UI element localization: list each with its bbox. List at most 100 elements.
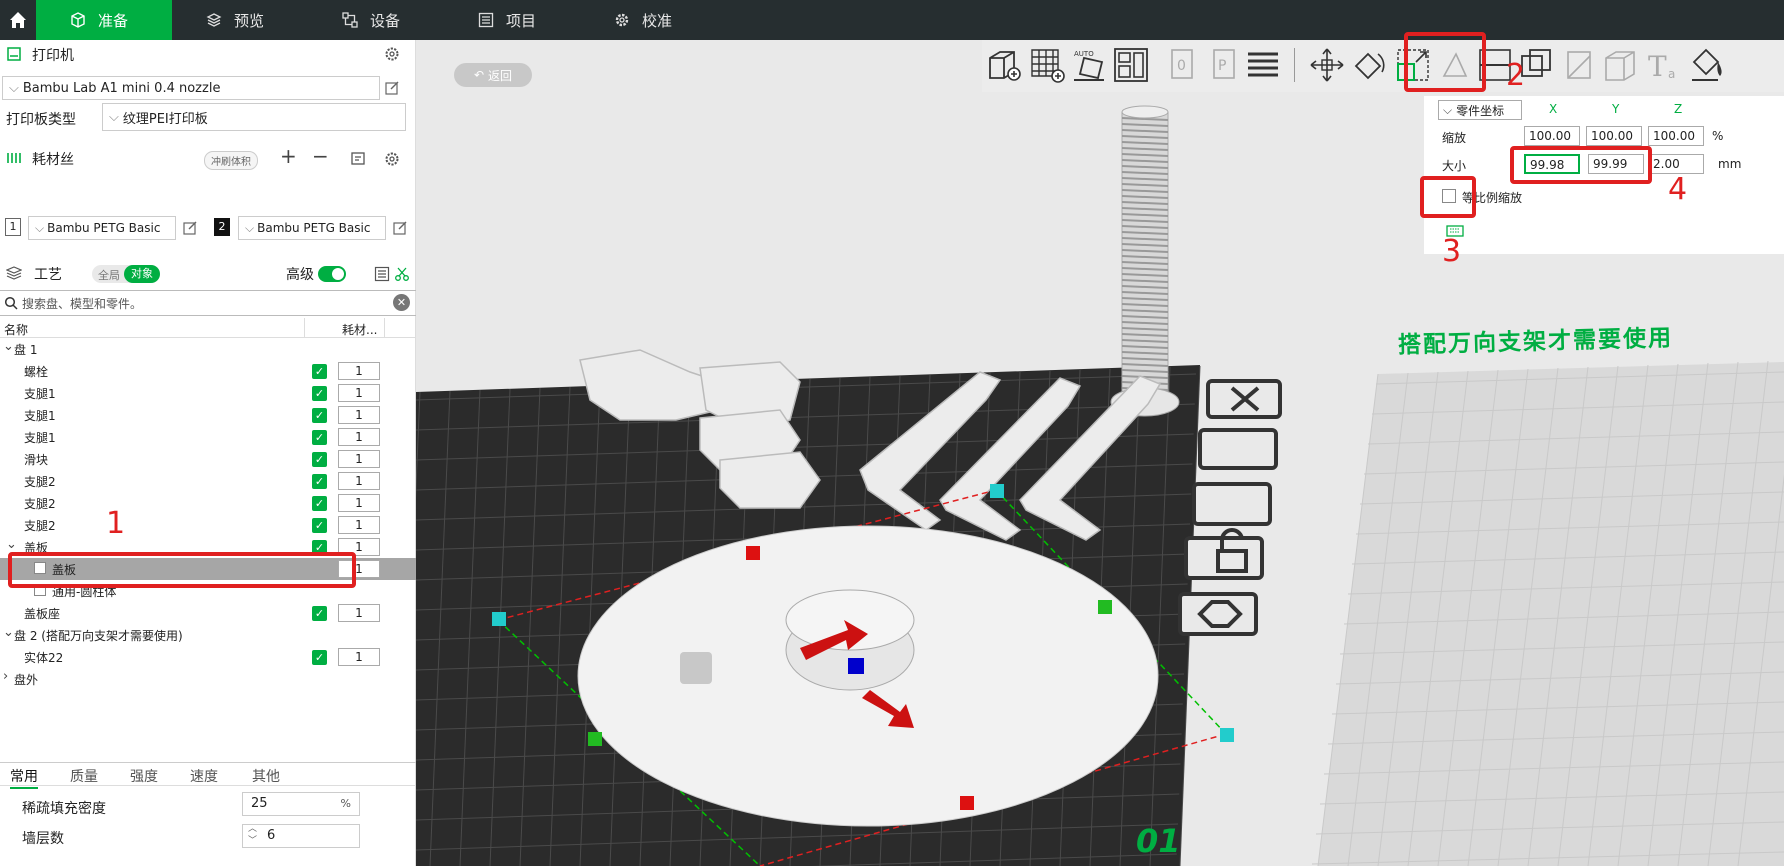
plate-arrange-button[interactable] (1192, 482, 1272, 526)
scissors-icon[interactable] (394, 266, 410, 282)
printer-select[interactable]: ⌵ Bambu Lab A1 mini 0.4 nozzle (2, 76, 380, 100)
seam-paint-icon[interactable] (1602, 46, 1640, 84)
stepper-arrows-icon[interactable]: ︿ ﹀ (248, 823, 257, 847)
filament-index-input[interactable]: 1 (338, 604, 380, 622)
tree-object-row[interactable]: 盖板座 ✓ 1 (0, 602, 416, 624)
add-plate-icon[interactable] (1028, 46, 1066, 84)
paste-icon[interactable]: P (1204, 46, 1242, 84)
plate-type-select[interactable]: ⌵ 纹理PEI打印板 (102, 103, 406, 131)
copy-icon[interactable]: 0 (1162, 46, 1200, 84)
tab-preview[interactable]: 预览 (172, 0, 308, 40)
tab-device[interactable]: 设备 (308, 0, 444, 40)
filament-settings-icon[interactable] (384, 151, 400, 167)
clear-search-icon[interactable]: ✕ (393, 294, 410, 311)
list-view-icon[interactable] (374, 266, 390, 282)
visibility-checkbox[interactable]: ✓ (312, 473, 327, 489)
move-tool-icon[interactable] (1308, 46, 1346, 84)
filament-index-input[interactable]: 1 (338, 362, 380, 380)
add-filament-button[interactable]: + (280, 144, 297, 168)
tab-other[interactable]: 其他 (252, 766, 280, 786)
infill-density-input[interactable]: 25 % (242, 792, 360, 816)
home-button[interactable] (0, 0, 36, 40)
filament-slot-2-select[interactable]: ⌵ Bambu PETG Basic (238, 216, 386, 240)
sync-icon[interactable] (350, 151, 368, 167)
edit-icon[interactable] (182, 220, 198, 236)
tab-strength[interactable]: 强度 (130, 766, 158, 786)
filament-index-input[interactable]: 1 (338, 472, 380, 490)
undo-icon: ↶ (473, 68, 485, 82)
visibility-checkbox[interactable]: ✓ (312, 363, 327, 379)
filament-index-input[interactable]: 1 (338, 494, 380, 512)
chevron-down-icon[interactable]: ⌄ (6, 537, 17, 552)
tree-plate-row[interactable]: › 盘外 (0, 668, 416, 690)
filament-index-input[interactable]: 1 (338, 384, 380, 402)
flush-volume-button[interactable]: 冲刷体积 (204, 151, 258, 170)
tab-common[interactable]: 常用 (10, 766, 38, 789)
annotation-box-4 (1510, 146, 1652, 184)
tab-quality[interactable]: 质量 (70, 766, 98, 786)
global-object-toggle[interactable]: 全局 对象 (92, 265, 160, 283)
tree-object-row[interactable]: 支腿2 ✓ 1 (0, 514, 416, 536)
toggle-global[interactable]: 全局 (98, 267, 120, 283)
tree-object-row[interactable]: 支腿1 ✓ 1 (0, 404, 416, 426)
arrange-icon[interactable] (1112, 46, 1150, 84)
filament-index-input[interactable]: 1 (338, 516, 380, 534)
tab-project[interactable]: 项目 (444, 0, 580, 40)
toggle-object[interactable]: 对象 (124, 265, 160, 283)
object-search-input[interactable]: 搜索盘、模型和零件。 ✕ (0, 290, 416, 316)
add-object-icon[interactable] (986, 46, 1024, 84)
scale-x-input[interactable]: 100.00 (1524, 126, 1580, 146)
wall-loops-label: 墙层数 (22, 831, 64, 847)
text-tool-icon[interactable]: Ta (1644, 46, 1682, 84)
tree-plate-row[interactable]: ⌄ 盘 1 (0, 338, 416, 360)
tab-speed[interactable]: 速度 (190, 766, 218, 786)
back-button[interactable]: ↶ 返回 (454, 63, 532, 87)
visibility-checkbox[interactable]: ✓ (312, 407, 327, 423)
visibility-checkbox[interactable]: ✓ (312, 517, 327, 533)
move-handle-z[interactable] (848, 658, 864, 674)
tab-calibration[interactable]: 校准 (580, 0, 716, 40)
layers-stack-icon[interactable] (1244, 46, 1282, 84)
support-paint-icon[interactable] (1560, 46, 1598, 84)
visibility-checkbox[interactable]: ✓ (312, 429, 327, 445)
scale-y-input[interactable]: 100.00 (1586, 126, 1642, 146)
auto-orient-icon[interactable]: AUTO (1070, 46, 1108, 84)
rotate-tool-icon[interactable] (1348, 46, 1386, 84)
tab-prepare[interactable]: 准备 (36, 0, 172, 40)
tree-object-row[interactable]: 滑块 ✓ 1 (0, 448, 416, 470)
edit-icon[interactable] (392, 220, 408, 236)
tree-object-row[interactable]: 螺栓 ✓ 1 (0, 360, 416, 382)
edit-icon[interactable] (384, 80, 400, 96)
tree-object-row[interactable]: 实体22 ✓ 1 (0, 646, 416, 668)
visibility-checkbox[interactable]: ✓ (312, 495, 327, 511)
visibility-checkbox[interactable]: ✓ (312, 649, 327, 665)
coordinate-system-select[interactable]: ⌵ 零件坐标 (1438, 100, 1522, 120)
filament-slot-1-select[interactable]: ⌵ Bambu PETG Basic (28, 216, 176, 240)
wall-loops-stepper[interactable]: ︿ ﹀ 6 (242, 824, 360, 848)
chevron-down-icon[interactable]: ⌄ (3, 339, 14, 354)
tree-object-row[interactable]: 支腿1 ✓ 1 (0, 382, 416, 404)
filament-index-input[interactable]: 1 (338, 428, 380, 446)
remove-filament-button[interactable]: − (312, 144, 329, 168)
chevron-right-icon[interactable]: › (3, 669, 8, 684)
visibility-checkbox[interactable]: ✓ (312, 385, 327, 401)
filament-index-input[interactable]: 1 (338, 406, 380, 424)
app-window: 准备 预览 设备 项目 校准 打印机 ⌵ Bambu Lab A1 mini 0… (0, 0, 1784, 866)
chevron-down-icon[interactable]: ⌄ (3, 625, 14, 640)
advanced-toggle[interactable] (318, 266, 346, 282)
tree-object-row[interactable]: 支腿2 ✓ 1 (0, 470, 416, 492)
visibility-checkbox[interactable]: ✓ (312, 605, 327, 621)
visibility-checkbox[interactable]: ✓ (312, 451, 327, 467)
paint-bucket-icon[interactable] (1688, 46, 1726, 84)
tree-object-row[interactable]: 支腿2 ✓ 1 (0, 492, 416, 514)
cylinder-model[interactable] (680, 652, 712, 684)
filament-index-input[interactable]: 1 (338, 648, 380, 666)
tree-object-row[interactable]: 支腿1 ✓ 1 (0, 426, 416, 448)
settings-gear-icon[interactable] (384, 46, 400, 62)
filament-index-input[interactable]: 1 (338, 450, 380, 468)
tree-plate-row[interactable]: ⌄ 盘 2 (搭配万向支架才需要使用) (0, 624, 416, 646)
scale-z-input[interactable]: 100.00 (1648, 126, 1704, 146)
tab-label: 校准 (642, 11, 673, 30)
size-z-input[interactable]: 2.00 (1648, 154, 1704, 174)
plate-auto-orient-button[interactable] (1198, 428, 1278, 470)
